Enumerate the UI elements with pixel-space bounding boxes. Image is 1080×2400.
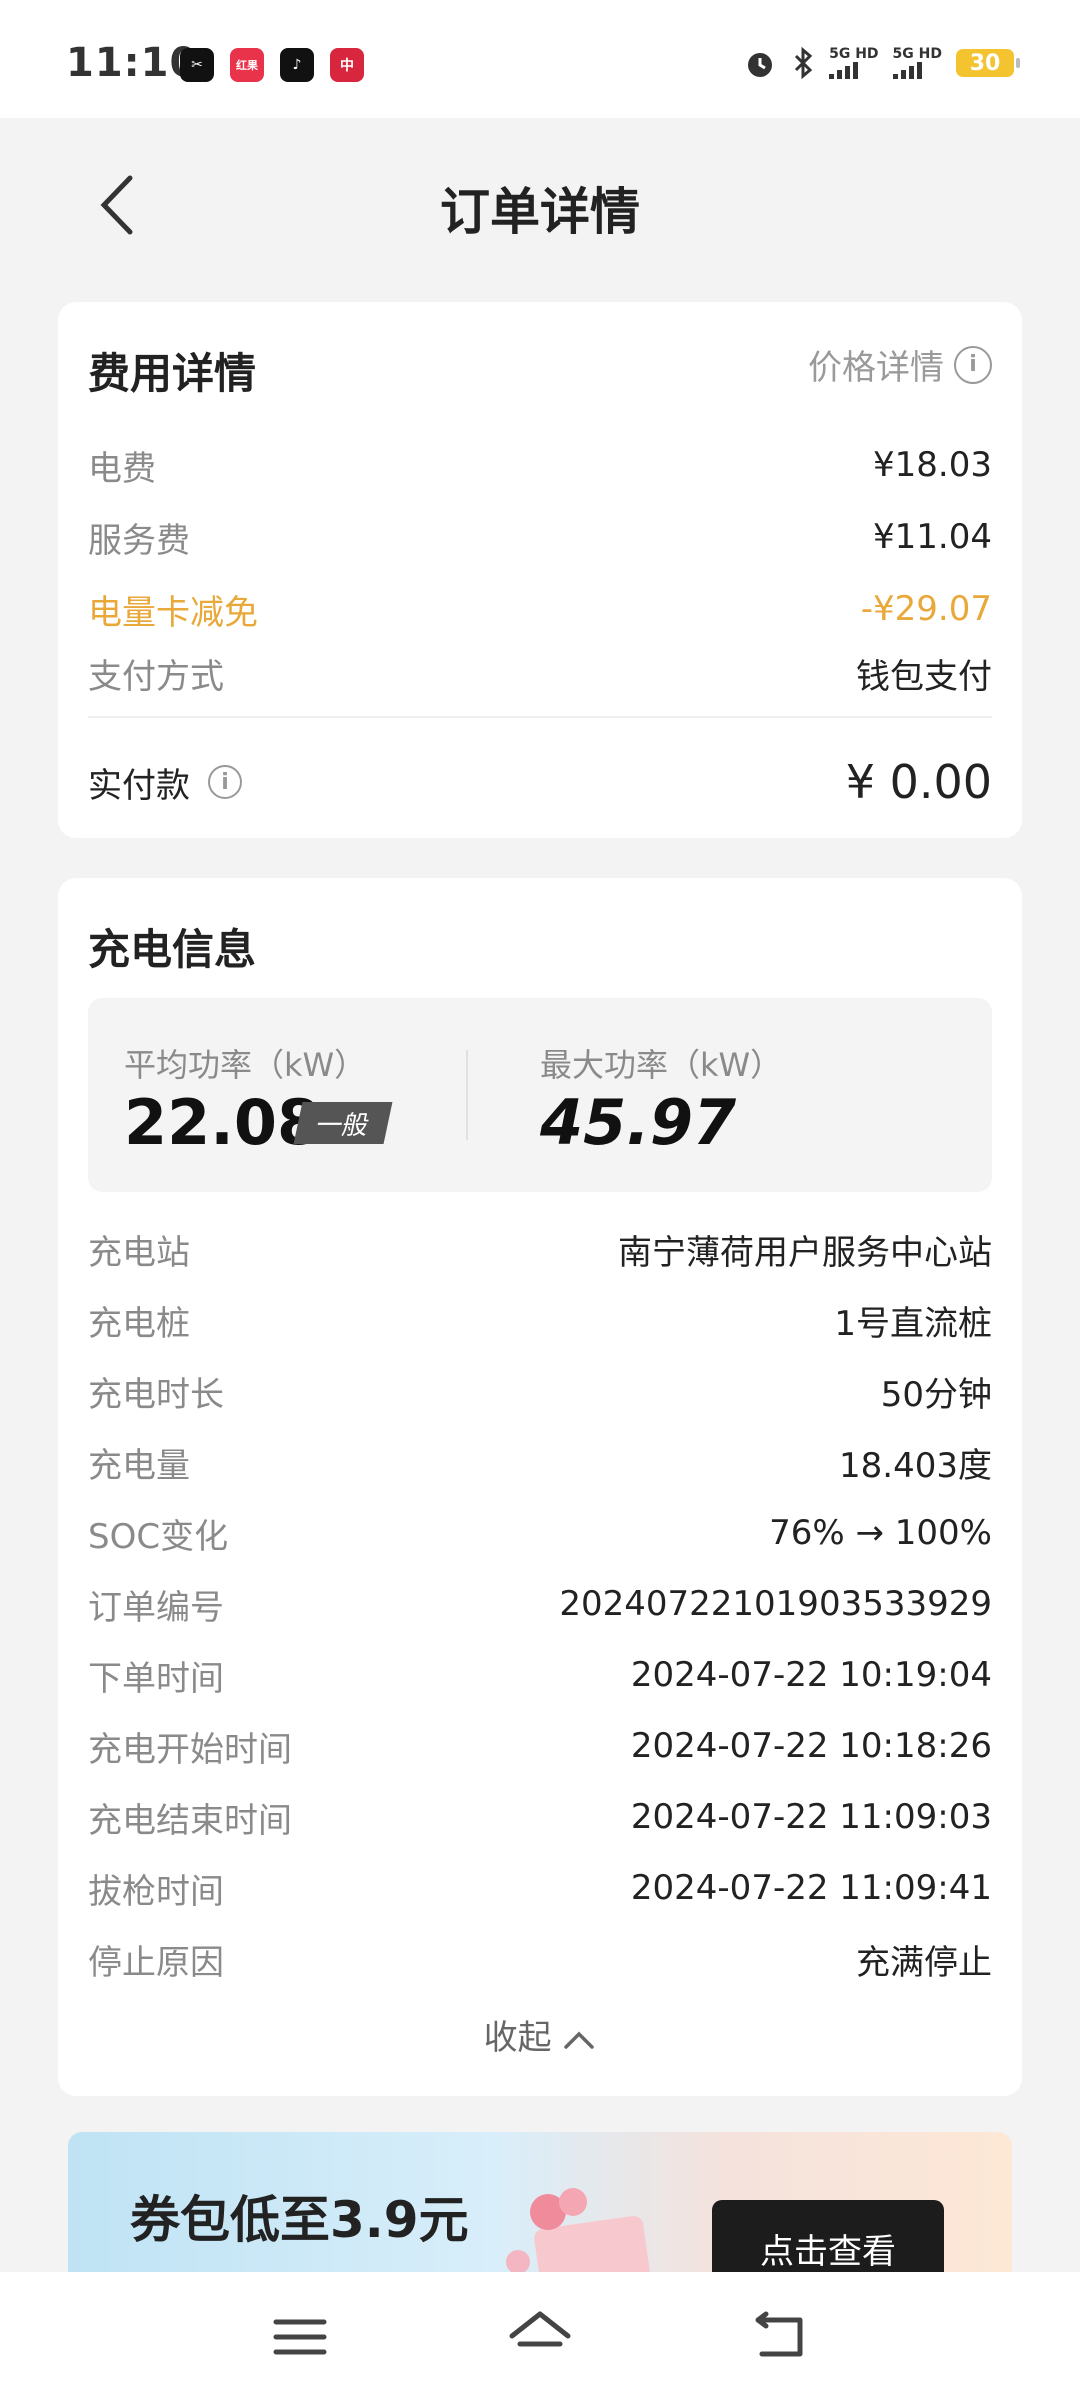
banner-title: 券包低至3.9元 bbox=[130, 2191, 469, 2249]
fee-row-discount: 电量卡减免 -¥29.07 bbox=[88, 589, 992, 633]
max-power-value: 45.97 bbox=[540, 1086, 737, 1159]
home-icon bbox=[509, 2311, 571, 2347]
paid-label: 实付款 bbox=[88, 765, 190, 806]
fee-row-service: 服务费 ¥11.04 bbox=[88, 517, 992, 561]
alarm-icon bbox=[748, 53, 773, 77]
page-title: 订单详情 bbox=[440, 183, 640, 241]
citic-bank-icon: 中 bbox=[330, 48, 364, 82]
info-row-station: 充电站 南宁薄荷用户服务中心站 bbox=[88, 1232, 992, 1273]
collapse-button[interactable]: 收起 bbox=[58, 2010, 1022, 2059]
charge-card-title: 充电信息 bbox=[88, 925, 257, 974]
max-power-label: 最大功率（kW） bbox=[540, 1046, 783, 1084]
charge-info-card: 充电信息 平均功率（kW） 22.08 一般 最大功率（kW） 45.97 充电… bbox=[58, 878, 1022, 2096]
signal-sim1-icon: 5G HD bbox=[829, 47, 879, 79]
system-navigation-bar bbox=[0, 2272, 1080, 2400]
paid-value: ¥ 0.00 bbox=[845, 755, 992, 809]
fee-card-title: 费用详情 bbox=[88, 349, 257, 398]
fee-row-electricity: 电费 ¥18.03 bbox=[88, 445, 992, 489]
info-row-soc: SOC变化 76% → 100% bbox=[88, 1513, 992, 1557]
signal-sim2-icon: 5G HD bbox=[892, 47, 942, 79]
home-button[interactable] bbox=[500, 2302, 580, 2372]
info-row-stop-reason: 停止原因 充满停止 bbox=[88, 1942, 992, 1983]
fee-detail-card: 费用详情 价格详情 i 电费 ¥18.03 服务费 ¥11.04 电量卡减免 -… bbox=[58, 302, 1022, 838]
status-time: 11:10 bbox=[66, 40, 199, 86]
menu-button[interactable] bbox=[260, 2302, 340, 2372]
info-row-start-time: 充电开始时间 2024-07-22 10:18:26 bbox=[88, 1726, 992, 1770]
fee-row-payment-method: 支付方式 钱包支付 bbox=[88, 656, 992, 697]
return-icon bbox=[755, 2311, 803, 2357]
info-row-pile: 充电桩 1号直流桩 bbox=[88, 1303, 992, 1344]
promo-banner[interactable]: 券包低至3.9元 点击查看 bbox=[68, 2132, 1012, 2272]
bluetooth-icon bbox=[795, 46, 813, 80]
status-bar: 11:10 ✂ 红果 ♪ 中 5G HD 5G HD 30 bbox=[0, 0, 1080, 118]
divider bbox=[88, 716, 992, 718]
info-row-order-id: 订单编号 20240722101903533929 bbox=[88, 1584, 992, 1628]
notification-app-icons: ✂ 红果 ♪ 中 bbox=[180, 48, 364, 82]
info-row-end-time: 充电结束时间 2024-07-22 11:09:03 bbox=[88, 1797, 992, 1841]
info-row-duration: 充电时长 50分钟 bbox=[88, 1374, 992, 1415]
info-row-energy: 充电量 18.403度 bbox=[88, 1445, 992, 1486]
paid-amount-row: 实付款 i ¥ 0.00 bbox=[88, 752, 992, 812]
capcut-icon: ✂ bbox=[180, 48, 214, 82]
power-summary: 平均功率（kW） 22.08 一般 最大功率（kW） 45.97 bbox=[88, 998, 992, 1192]
power-separator bbox=[466, 1050, 468, 1140]
hongguo-icon: 红果 bbox=[230, 48, 264, 82]
battery-icon: 30 bbox=[956, 49, 1020, 77]
power-level-badge: 一般 bbox=[293, 1102, 393, 1144]
menu-icon bbox=[273, 2319, 327, 2355]
douyin-icon: ♪ bbox=[280, 48, 314, 82]
paid-info-icon[interactable]: i bbox=[208, 765, 242, 799]
price-detail-label: 价格详情 bbox=[808, 348, 944, 388]
vip-gift-illustration bbox=[506, 2188, 652, 2272]
info-row-unplug-time: 拔枪时间 2024-07-22 11:09:41 bbox=[88, 1868, 992, 1912]
info-row-order-time: 下单时间 2024-07-22 10:19:04 bbox=[88, 1655, 992, 1699]
avg-power-value: 22.08 bbox=[124, 1086, 321, 1159]
info-icon: i bbox=[954, 345, 992, 384]
status-indicators: 5G HD 5G HD 30 bbox=[743, 46, 1020, 80]
chevron-up-icon bbox=[564, 2031, 595, 2049]
view-button[interactable]: 点击查看 bbox=[712, 2200, 944, 2272]
collapse-label: 收起 bbox=[483, 2018, 552, 2058]
price-detail-link[interactable]: 价格详情 i bbox=[808, 340, 992, 389]
avg-power-label: 平均功率（kW） bbox=[124, 1046, 367, 1084]
back-nav-button[interactable] bbox=[740, 2302, 820, 2372]
